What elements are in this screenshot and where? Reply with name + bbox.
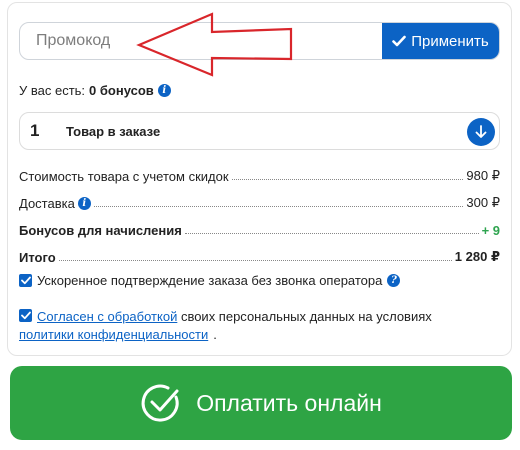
- checkmark-icon: [20, 311, 31, 320]
- bonus-accrual-value: + 9: [481, 223, 500, 238]
- checkmark-icon: [392, 35, 407, 47]
- price-label: Стоимость товара с учетом скидок: [19, 169, 229, 184]
- items-count: 1: [30, 121, 40, 140]
- bonus-balance-label: У вас есть:: [19, 83, 86, 98]
- consent-link[interactable]: Согласен с обработкой: [37, 309, 177, 324]
- dotted-leader: [231, 179, 464, 180]
- fast-confirm-option[interactable]: Ускоренное подтверждение заказа без звон…: [19, 273, 401, 288]
- delivery-value: 300 ₽: [466, 195, 500, 210]
- delivery-label: Доставка: [19, 196, 75, 211]
- items-title: Товар в заказе: [66, 124, 161, 139]
- privacy-policy-link[interactable]: политики конфиденциальности: [19, 327, 208, 342]
- apply-promo-label: Применить: [411, 32, 489, 50]
- consent-text: Согласен с обработкой своих персональных…: [37, 306, 432, 327]
- bonus-balance-value: 0 бонусов: [89, 83, 154, 98]
- dotted-leader: [184, 233, 479, 234]
- check-circle-icon: [141, 384, 179, 422]
- total-value: 1 280 ₽: [454, 249, 500, 264]
- apply-promo-button[interactable]: Применить: [382, 23, 499, 59]
- summary-delivery-row: Доставка i 300 ₽: [19, 193, 500, 211]
- annotation-arrow-icon: [136, 12, 293, 77]
- info-icon[interactable]: i: [157, 84, 171, 97]
- summary-total-row: Итого 1 280 ₽: [19, 247, 500, 265]
- expand-items-button[interactable]: [467, 118, 495, 146]
- bonus-balance: У вас есть: 0 бонусов i: [19, 83, 171, 98]
- dotted-leader: [58, 260, 452, 261]
- delivery-label-group: Доставка i: [19, 196, 91, 211]
- consent-middle-text: своих персональных данных на условиях: [177, 309, 432, 324]
- consent-option[interactable]: Согласен с обработкой своих персональных…: [19, 306, 489, 327]
- total-label: Итого: [19, 250, 56, 265]
- price-value: 980 ₽: [466, 168, 500, 183]
- fast-confirm-label: Ускоренное подтверждение заказа без звон…: [37, 273, 383, 288]
- dotted-leader: [93, 206, 464, 207]
- bonus-accrual-label: Бонусов для начисления: [19, 223, 182, 238]
- consent-second-line: политики конфиденциальности.: [19, 327, 217, 342]
- consent-checkbox[interactable]: [19, 309, 32, 322]
- summary-bonus-row: Бонусов для начисления + 9: [19, 220, 500, 238]
- order-items-toggle[interactable]: 1 Товар в заказе: [19, 112, 500, 150]
- arrow-down-icon: [475, 125, 487, 138]
- help-icon[interactable]: ?: [387, 274, 401, 287]
- pay-online-button[interactable]: Оплатить онлайн: [10, 366, 512, 440]
- fast-confirm-checkbox[interactable]: [19, 274, 32, 287]
- pay-online-label: Оплатить онлайн: [196, 389, 382, 416]
- info-icon[interactable]: i: [77, 197, 91, 210]
- consent-end: .: [213, 327, 217, 342]
- summary-price-row: Стоимость товара с учетом скидок 980 ₽: [19, 166, 500, 184]
- checkmark-icon: [20, 276, 31, 285]
